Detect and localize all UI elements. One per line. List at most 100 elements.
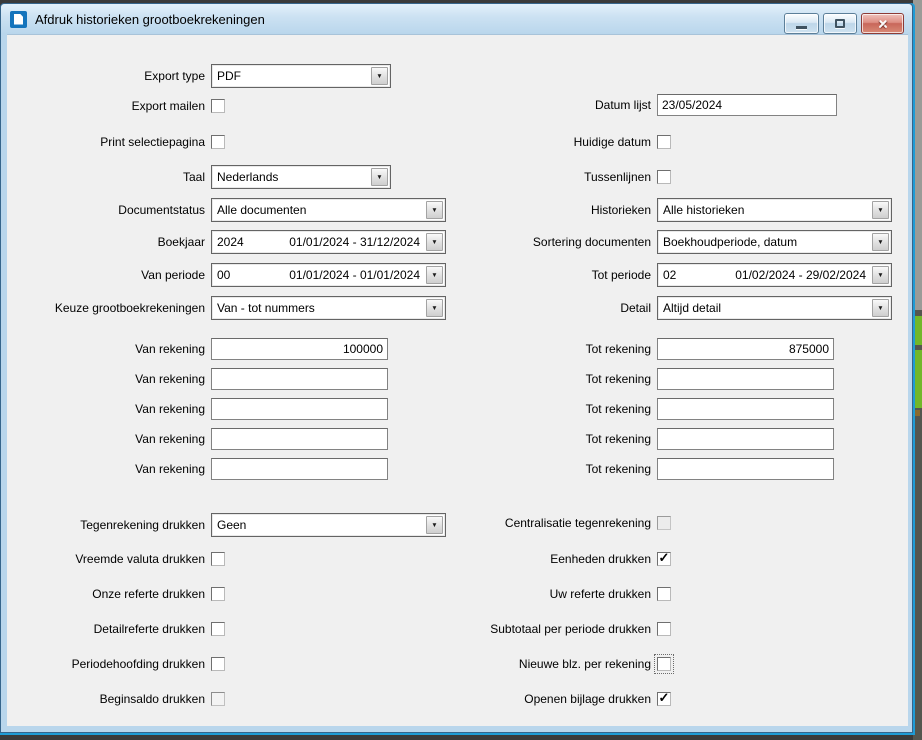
huidige-datum-checkbox[interactable]: ✓ [657, 135, 671, 149]
chevron-down-icon[interactable]: ▼ [371, 168, 388, 186]
background-dot [914, 410, 920, 416]
field-tot-periode: Tot periode 02 01/02/2024 - 29/02/2024 ▼ [429, 263, 892, 287]
field-tussenlijnen: Tussenlijnen ✓ [429, 170, 671, 184]
tegenrekening-drukken-label: Tegenrekening drukken [9, 518, 205, 532]
historieken-select[interactable]: Alle historieken ▼ [657, 198, 892, 222]
titlebar[interactable]: Afdruk historieken grootboekrekeningen [1, 4, 912, 34]
tot-rekening-input-3[interactable] [657, 398, 834, 420]
tot-periode-code: 02 [658, 268, 710, 282]
field-subtotaal-per-periode-drukken: Subtotaal per periode drukken ✓ [429, 622, 671, 636]
chevron-down-icon[interactable]: ▼ [872, 201, 889, 219]
historieken-value: Alle historieken [658, 203, 744, 217]
chevron-down-icon[interactable]: ▼ [371, 67, 388, 85]
documentstatus-value: Alle documenten [212, 203, 306, 217]
tot-rekening-label: Tot rekening [429, 462, 651, 476]
field-van-rekening-4: Van rekening [9, 428, 388, 450]
field-sortering-documenten: Sortering documenten Boekhoudperiode, da… [429, 230, 892, 254]
restore-button[interactable] [823, 13, 857, 34]
chevron-down-icon[interactable]: ▼ [872, 299, 889, 317]
tot-rekening-input-2[interactable] [657, 368, 834, 390]
uw-referte-drukken-label: Uw referte drukken [429, 587, 651, 601]
documentstatus-select[interactable]: Alle documenten ▼ [211, 198, 446, 222]
field-van-rekening-1: Van rekening [9, 338, 388, 360]
subtotaal-per-periode-drukken-checkbox[interactable]: ✓ [657, 622, 671, 636]
field-openen-bijlage-drukken: Openen bijlage drukken ✓ [429, 692, 671, 706]
document-page-glyph [14, 14, 23, 25]
openen-bijlage-drukken-label: Openen bijlage drukken [429, 692, 651, 706]
background-green-block [913, 316, 922, 345]
field-van-rekening-2: Van rekening [9, 368, 388, 390]
periodehoofding-drukken-checkbox[interactable]: ✓ [211, 657, 225, 671]
field-tot-rekening-1: Tot rekening [429, 338, 834, 360]
taal-label: Taal [9, 170, 205, 184]
huidige-datum-label: Huidige datum [429, 135, 651, 149]
van-rekening-input-2[interactable] [211, 368, 388, 390]
eenheden-drukken-checkbox[interactable]: ✓ [657, 552, 671, 566]
van-rekening-label: Van rekening [9, 342, 205, 356]
field-detailreferte-drukken: Detailreferte drukken ✓ [9, 622, 225, 636]
van-periode-code: 00 [212, 268, 264, 282]
uw-referte-drukken-checkbox[interactable]: ✓ [657, 587, 671, 601]
tussenlijnen-checkbox[interactable]: ✓ [657, 170, 671, 184]
chevron-down-icon[interactable]: ▼ [872, 233, 889, 251]
openen-bijlage-drukken-checkbox[interactable]: ✓ [657, 692, 671, 706]
van-periode-label: Van periode [9, 268, 205, 282]
detail-label: Detail [429, 301, 651, 315]
tegenrekening-drukken-value: Geen [212, 518, 246, 532]
tot-periode-range: 01/02/2024 - 29/02/2024 [710, 268, 872, 282]
van-rekening-input-1[interactable] [211, 338, 388, 360]
export-type-label: Export type [9, 69, 205, 83]
nieuwe-blz-per-rekening-checkbox[interactable]: ✓ [657, 657, 671, 671]
sortering-documenten-select[interactable]: Boekhoudperiode, datum ▼ [657, 230, 892, 254]
print-selectiepagina-checkbox[interactable]: ✓ [211, 135, 225, 149]
van-rekening-label: Van rekening [9, 432, 205, 446]
van-periode-select[interactable]: 00 01/01/2024 - 01/01/2024 ▼ [211, 263, 446, 287]
field-print-selectiepagina: Print selectiepagina ✓ [9, 135, 225, 149]
tegenrekening-drukken-select[interactable]: Geen ▼ [211, 513, 446, 537]
tot-rekening-input-5[interactable] [657, 458, 834, 480]
background-green-block [913, 350, 922, 408]
close-icon [877, 18, 889, 30]
van-rekening-input-3[interactable] [211, 398, 388, 420]
van-rekening-input-5[interactable] [211, 458, 388, 480]
close-button[interactable] [861, 13, 904, 34]
boekjaar-select[interactable]: 2024 01/01/2024 - 31/12/2024 ▼ [211, 230, 446, 254]
beginsaldo-drukken-checkbox[interactable]: ✓ [211, 692, 225, 706]
detail-select[interactable]: Altijd detail ▼ [657, 296, 892, 320]
print-selectiepagina-label: Print selectiepagina [9, 135, 205, 149]
detailreferte-drukken-label: Detailreferte drukken [9, 622, 205, 636]
tot-rekening-label: Tot rekening [429, 402, 651, 416]
keuze-grootboekrekeningen-select[interactable]: Van - tot nummers ▼ [211, 296, 446, 320]
dialog-window: Afdruk historieken grootboekrekeningen E… [0, 3, 913, 733]
onze-referte-drukken-checkbox[interactable]: ✓ [211, 587, 225, 601]
tot-periode-select[interactable]: 02 01/02/2024 - 29/02/2024 ▼ [657, 263, 892, 287]
field-uw-referte-drukken: Uw referte drukken ✓ [429, 587, 671, 601]
van-rekening-input-4[interactable] [211, 428, 388, 450]
field-eenheden-drukken: Eenheden drukken ✓ [429, 552, 671, 566]
datum-lijst-input[interactable] [657, 94, 837, 116]
background-app-strip [913, 0, 922, 740]
field-export-type: Export type PDF ▼ [9, 64, 391, 88]
checkmark-icon: ✓ [659, 553, 670, 563]
field-onze-referte-drukken: Onze referte drukken ✓ [9, 587, 225, 601]
field-tegenrekening-drukken: Tegenrekening drukken Geen ▼ [9, 513, 446, 537]
nieuwe-blz-per-rekening-label: Nieuwe blz. per rekening [429, 657, 651, 671]
onze-referte-drukken-label: Onze referte drukken [9, 587, 205, 601]
field-keuze-grootboekrekeningen: Keuze grootboekrekeningen Van - tot numm… [9, 296, 446, 320]
detailreferte-drukken-checkbox[interactable]: ✓ [211, 622, 225, 636]
chevron-down-icon[interactable]: ▼ [872, 266, 889, 284]
export-mailen-checkbox[interactable]: ✓ [211, 99, 225, 113]
field-tot-rekening-2: Tot rekening [429, 368, 834, 390]
field-van-periode: Van periode 00 01/01/2024 - 01/01/2024 ▼ [9, 263, 446, 287]
beginsaldo-drukken-label: Beginsaldo drukken [9, 692, 205, 706]
tot-periode-label: Tot periode [429, 268, 651, 282]
field-boekjaar: Boekjaar 2024 01/01/2024 - 31/12/2024 ▼ [9, 230, 446, 254]
boekjaar-range: 01/01/2024 - 31/12/2024 [264, 235, 426, 249]
field-export-mailen: Export mailen ✓ [9, 99, 225, 113]
vreemde-valuta-drukken-checkbox[interactable]: ✓ [211, 552, 225, 566]
tot-rekening-input-4[interactable] [657, 428, 834, 450]
minimize-button[interactable] [784, 13, 819, 34]
export-type-select[interactable]: PDF ▼ [211, 64, 391, 88]
tot-rekening-input-1[interactable] [657, 338, 834, 360]
taal-select[interactable]: Nederlands ▼ [211, 165, 391, 189]
